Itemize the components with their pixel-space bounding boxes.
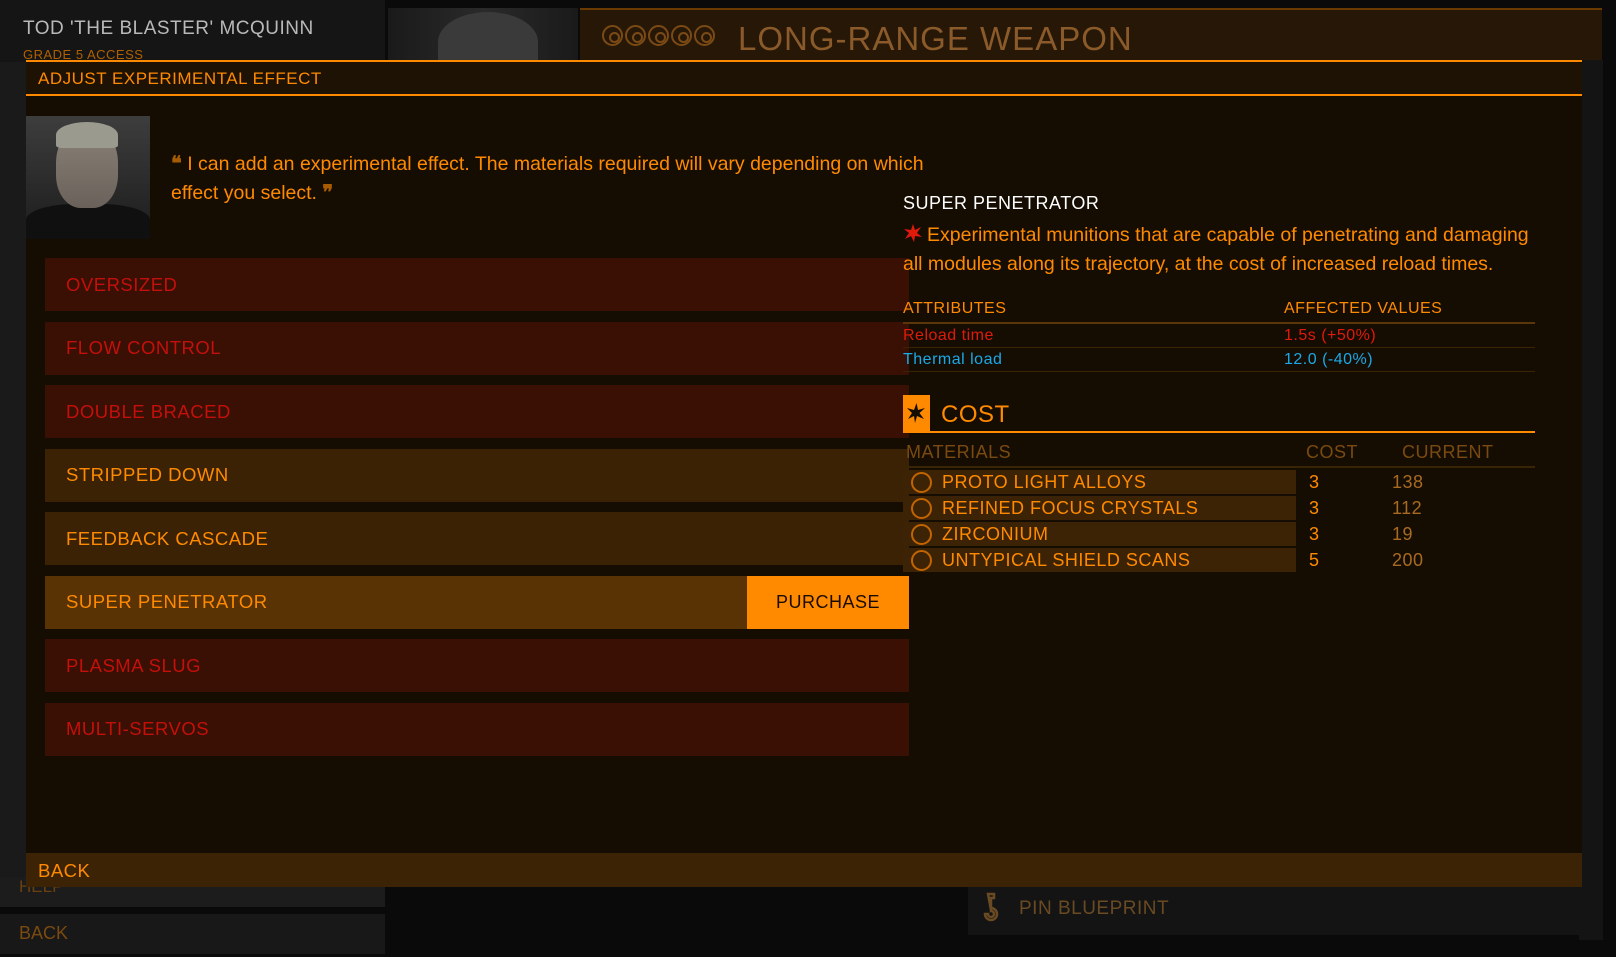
material-icon: [911, 497, 932, 519]
attributes-header-row: ATTRIBUTES AFFECTED VALUES: [903, 300, 1535, 324]
material-current: 112: [1392, 497, 1423, 518]
effect-label: FLOW CONTROL: [66, 337, 222, 358]
current-header: CURRENT: [1402, 441, 1494, 462]
right-panel-bg: [1579, 60, 1603, 940]
effect-label: FEEDBACK CASCADE: [66, 527, 269, 549]
effect-description: Experimental munitions that are capable …: [903, 221, 1535, 278]
close-quote-icon: ❞: [322, 182, 334, 204]
material-cost: 5: [1309, 549, 1320, 570]
material-name: PROTO LIGHT ALLOYS: [942, 471, 1147, 492]
material-current: 138: [1392, 471, 1424, 492]
effect-detail: SUPER PENETRATOR Experimental munitions …: [903, 193, 1535, 278]
material-name: UNTYPICAL SHIELD SCANS: [942, 549, 1191, 570]
effect-label: SUPER PENETRATOR: [66, 591, 268, 612]
cost-header: COST: [1306, 441, 1359, 462]
dialog-back-button[interactable]: BACK: [26, 853, 1582, 887]
material-cost: 3: [1309, 471, 1320, 492]
engineer-quote: ❝ I can add an experimental effect. The …: [171, 150, 971, 208]
grade-icon: [625, 25, 646, 46]
affected-values-header: AFFECTED VALUES: [1284, 300, 1443, 317]
material-row: PROTO LIGHT ALLOYS 3 138: [903, 470, 1535, 494]
blueprint-title: LONG-RANGE WEAPON: [738, 20, 1133, 57]
attribute-name: Thermal load: [903, 350, 1003, 368]
effect-stripped-down[interactable]: STRIPPED DOWN: [45, 448, 909, 502]
attribute-row: Reload time 1.5s (+50%): [903, 324, 1535, 348]
effect-plasma-slug[interactable]: PLASMA SLUG: [45, 639, 909, 692]
grade-icon: [694, 25, 715, 46]
effect-super-penetrator[interactable]: SUPER PENETRATOR PURCHASE: [45, 575, 909, 629]
bg-back-label[interactable]: BACK: [19, 923, 68, 944]
material-cost: 3: [1309, 497, 1320, 518]
effect-list: OVERSIZED FLOW CONTROL DOUBLE BRACED STR…: [45, 258, 909, 766]
materials-table: MATERIALS COST CURRENT PROTO LIGHT ALLOY…: [903, 438, 1535, 572]
purchase-button[interactable]: PURCHASE: [747, 575, 909, 629]
quote-text: I can add an experimental effect. The ma…: [171, 153, 924, 204]
engineer-portrait-bg: [388, 8, 578, 72]
attributes-table: ATTRIBUTES AFFECTED VALUES Reload time 1…: [903, 300, 1535, 372]
material-icon: [911, 523, 932, 545]
effect-multi-servos[interactable]: MULTI-SERVOS: [45, 702, 909, 756]
effect-label: STRIPPED DOWN: [66, 464, 229, 485]
effect-label: DOUBLE BRACED: [66, 400, 231, 422]
effect-double-braced[interactable]: DOUBLE BRACED: [45, 385, 909, 438]
effect-label: MULTI-SERVOS: [66, 718, 210, 739]
material-row: ZIRCONIUM 3 19: [903, 522, 1535, 546]
effect-label: PLASMA SLUG: [66, 654, 202, 676]
effect-feedback-cascade[interactable]: FEEDBACK CASCADE: [45, 512, 909, 565]
effect-description-text: Experimental munitions that are capable …: [903, 224, 1529, 275]
engineer-name: TOD 'THE BLASTER' MCQUINN: [23, 18, 314, 39]
experimental-burst-icon: [904, 224, 922, 242]
back-label[interactable]: BACK: [38, 860, 90, 882]
attribute-row: Thermal load 12.0 (-40%): [903, 348, 1535, 372]
material-name: REFINED FOCUS CRYSTALS: [942, 497, 1199, 518]
materials-header-row: MATERIALS COST CURRENT: [903, 438, 1535, 468]
effect-flow-control[interactable]: FLOW CONTROL: [45, 321, 909, 375]
grade-icon: [648, 25, 669, 46]
material-icon: [911, 471, 932, 493]
material-row: UNTYPICAL SHIELD SCANS 5 200: [903, 548, 1535, 572]
left-panel-bg: [0, 62, 26, 882]
open-quote-icon: ❝: [171, 153, 182, 175]
effect-label: OVERSIZED: [66, 273, 178, 295]
attribute-name: Reload time: [903, 326, 994, 344]
grade-icon: [602, 25, 623, 46]
engineer-avatar: [26, 116, 150, 239]
material-cost: 3: [1309, 523, 1320, 544]
effect-oversized[interactable]: OVERSIZED: [45, 258, 909, 311]
attributes-header: ATTRIBUTES: [903, 300, 1007, 317]
material-row: REFINED FOCUS CRYSTALS 3 112: [903, 496, 1535, 520]
cost-title: COST: [941, 401, 1010, 428]
grade-icon: [671, 25, 692, 46]
material-current: 19: [1392, 523, 1414, 544]
cost-section-header: COST: [903, 395, 1535, 433]
attribute-value: 1.5s (+50%): [1284, 326, 1377, 344]
material-current: 200: [1392, 549, 1424, 570]
pin-blueprint-label[interactable]: PIN BLUEPRINT: [1019, 898, 1169, 920]
dialog-title: ADJUST EXPERIMENTAL EFFECT: [38, 69, 322, 88]
effect-detail-title: SUPER PENETRATOR: [903, 193, 1100, 213]
attribute-value: 12.0 (-40%): [1284, 350, 1374, 368]
cost-icon: [903, 395, 930, 433]
materials-header: MATERIALS: [906, 441, 1012, 462]
pin-icon: [983, 892, 999, 922]
material-icon: [911, 549, 932, 571]
dialog-header: ADJUST EXPERIMENTAL EFFECT: [26, 62, 1582, 96]
material-name: ZIRCONIUM: [942, 523, 1049, 544]
grade-icons: [602, 25, 715, 46]
